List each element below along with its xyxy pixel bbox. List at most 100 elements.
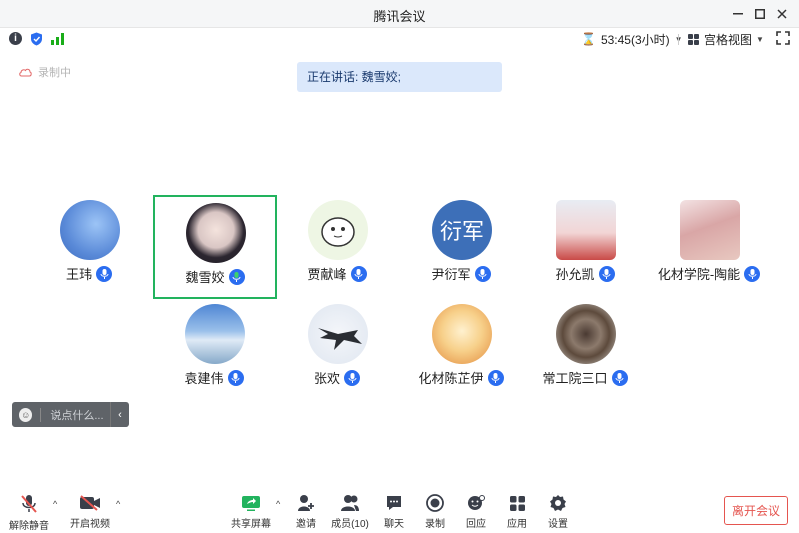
avatar <box>308 200 368 260</box>
start-video-label: 开启视频 <box>70 519 110 530</box>
chevron-up-icon[interactable]: ^ <box>53 499 57 509</box>
cloud-icon <box>19 68 32 77</box>
mic-icon <box>598 265 615 282</box>
avatar <box>432 304 492 364</box>
mic-icon <box>344 369 360 386</box>
gear-icon <box>547 494 569 512</box>
participant-tile[interactable]: 衍军 尹衍军 <box>399 192 523 296</box>
members-label: 成员(10) <box>331 519 369 530</box>
participant-name: 袁建伟 <box>184 371 224 386</box>
avatar <box>680 200 740 260</box>
hourglass-icon: ⌛ <box>581 32 596 46</box>
react-button[interactable]: 回应 <box>456 494 496 530</box>
avatar <box>308 304 368 364</box>
mic-icon <box>227 369 244 386</box>
apps-label: 应用 <box>507 519 527 530</box>
avatar <box>556 200 616 260</box>
invite-icon <box>295 494 317 512</box>
react-label: 回应 <box>466 519 486 530</box>
apps-button[interactable]: 应用 <box>497 494 537 530</box>
mic-icon <box>474 265 491 282</box>
record-button[interactable]: 录制 <box>415 494 455 530</box>
divider <box>678 34 679 45</box>
signal-icon[interactable] <box>51 32 64 45</box>
record-label: 录制 <box>425 519 445 530</box>
participant-tile-active[interactable]: 魏雪姣 <box>153 195 277 299</box>
share-screen-icon <box>240 494 262 512</box>
info-icon[interactable]: i <box>9 32 22 45</box>
video-off-icon <box>79 494 101 512</box>
start-video-button[interactable]: 开启视频 <box>70 494 110 530</box>
invite-label: 邀请 <box>296 519 316 530</box>
participant-name: 尹衍军 <box>431 267 471 282</box>
chat-icon <box>383 494 405 512</box>
share-screen-label: 共享屏幕 <box>231 519 271 530</box>
recording-indicator: 录制中 <box>18 64 71 80</box>
divider <box>40 407 42 422</box>
apps-icon <box>506 494 528 512</box>
meeting-timer[interactable]: ⌛ 53:45(3小时) ▼ <box>581 31 683 47</box>
mic-icon <box>744 265 761 282</box>
collapse-chevron-icon[interactable]: ‹ <box>109 402 129 427</box>
chat-button[interactable]: 聊天 <box>374 494 414 530</box>
chevron-down-icon: ▼ <box>756 34 764 44</box>
participant-name: 张欢 <box>313 371 340 386</box>
settings-button[interactable]: 设置 <box>538 494 578 530</box>
unmute-button[interactable]: 解除静音 <box>9 494 49 532</box>
grid-view-icon <box>688 33 699 45</box>
title-bar: 腾讯会议 <box>0 0 799 28</box>
participant-tile[interactable]: 常工院三口 <box>523 296 647 400</box>
members-icon <box>339 494 361 512</box>
minimize-icon[interactable] <box>728 4 748 24</box>
status-bar: i ⌛ 53:45(3小时) ▼ 宫格视图 ▼ <box>0 28 799 50</box>
mic-icon <box>228 268 245 285</box>
close-icon[interactable] <box>772 4 792 24</box>
leave-meeting-button[interactable]: 离开会议 <box>724 496 788 525</box>
participant-tile[interactable]: 张欢 <box>275 296 399 400</box>
fullscreen-icon[interactable] <box>776 31 790 45</box>
participant-name: 常工院三口 <box>542 371 608 386</box>
emoji-icon[interactable]: ☺ <box>19 407 33 422</box>
chat-input-bar[interactable]: ☺ 说点什么... ‹ <box>12 402 129 427</box>
participant-tile[interactable]: 贾献峰 <box>275 192 399 296</box>
timer-text: 53:45(3小时) <box>600 32 670 47</box>
cartoon-bird-icon <box>321 217 355 247</box>
maximize-icon[interactable] <box>750 4 770 24</box>
reaction-icon <box>465 494 487 512</box>
participant-tile[interactable]: 化材陈芷伊 <box>399 296 523 400</box>
participant-name: 王玮 <box>65 267 92 282</box>
avatar <box>185 304 245 364</box>
avatar <box>60 200 120 260</box>
bottom-toolbar: 解除静音 ^ 开启视频 ^ 共享屏幕 ^ 邀请 成员(10) 聊天 录制 回应 … <box>0 490 799 533</box>
mic-icon <box>487 369 504 386</box>
participant-name: 魏雪姣 <box>185 270 225 285</box>
speaking-banner: 正在讲话: 魏雪姣; <box>297 62 502 92</box>
avatar <box>556 304 616 364</box>
recording-label: 录制中 <box>38 67 71 79</box>
mic-icon <box>96 265 112 282</box>
chevron-up-icon[interactable]: ^ <box>116 499 120 509</box>
record-icon <box>424 494 446 512</box>
avatar: 衍军 <box>432 200 492 260</box>
share-screen-button[interactable]: 共享屏幕 <box>231 494 271 530</box>
participant-name: 化材陈芷伊 <box>418 371 484 386</box>
fighter-jet-icon <box>318 328 362 350</box>
view-label: 宫格视图 <box>704 32 753 47</box>
participant-name: 孙允凯 <box>555 267 595 282</box>
participant-tile[interactable]: 化材学院-陶能 <box>647 192 771 296</box>
participant-tile[interactable]: 王玮 <box>27 192 151 296</box>
muted-mic-icon <box>18 494 40 514</box>
participant-tile[interactable]: 袁建伟 <box>152 296 276 400</box>
chat-input[interactable]: 说点什么... <box>50 407 104 423</box>
participant-tile[interactable]: 孙允凯 <box>523 192 647 296</box>
shield-icon[interactable] <box>30 32 43 46</box>
unmute-label: 解除静音 <box>9 521 49 532</box>
invite-button[interactable]: 邀请 <box>286 494 326 530</box>
avatar <box>186 203 246 263</box>
view-selector[interactable]: 宫格视图 ▼ <box>688 31 764 47</box>
chevron-up-icon[interactable]: ^ <box>276 499 280 509</box>
participant-name: 化材学院-陶能 <box>657 267 741 282</box>
mic-icon <box>350 265 367 282</box>
participant-name: 贾献峰 <box>307 267 347 282</box>
members-button[interactable]: 成员(10) <box>330 494 370 530</box>
